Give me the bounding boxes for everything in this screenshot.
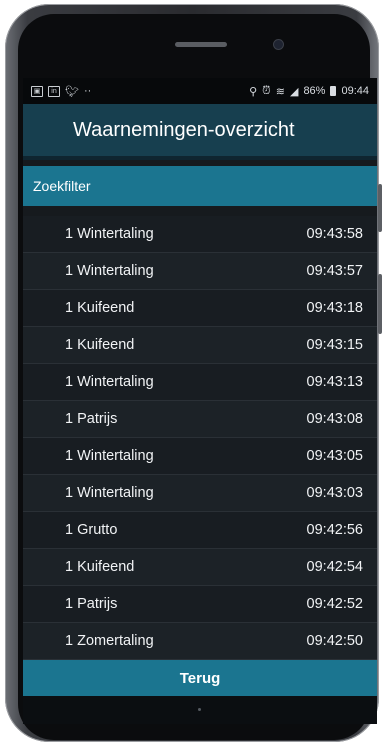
location-icon: ⚲ (249, 85, 258, 98)
home-indicator[interactable] (198, 708, 201, 711)
app-bar-divider (23, 156, 377, 160)
navigation-bar (23, 696, 377, 724)
observation-name: 1 Wintertaling (65, 448, 154, 464)
observation-name: 1 Kuifeend (65, 300, 135, 316)
alarm-icon: ⏰︎ (262, 84, 271, 97)
list-item[interactable]: 1 Kuifeend 09:42:54 (23, 549, 377, 586)
observation-list[interactable]: 1 Wintertaling 09:43:58 1 Wintertaling 09:… (23, 216, 377, 660)
more-icon: ·· (83, 85, 92, 97)
list-item[interactable]: 1 Zomertaling 09:42:50 (23, 623, 377, 660)
observation-name: 1 Wintertaling (65, 485, 154, 501)
volume-button (378, 184, 382, 232)
back-button[interactable]: Terug (23, 660, 377, 696)
observation-time: 09:43:18 (306, 300, 363, 316)
observation-name: 1 Zomertaling (65, 633, 154, 649)
observation-name: 1 Grutto (65, 522, 118, 538)
status-time: 09:44 (341, 85, 369, 97)
observation-time: 09:42:50 (306, 633, 363, 649)
observation-name: 1 Wintertaling (65, 226, 154, 242)
list-item[interactable]: 1 Patrijs 09:42:52 (23, 586, 377, 623)
page-title: Waarnemingen-overzicht (73, 118, 295, 141)
status-bar-left: ▣ in 🐦︎ ·· (31, 85, 91, 98)
observation-time: 09:43:08 (306, 411, 363, 427)
linkedin-icon: in (48, 85, 60, 97)
list-item[interactable]: 1 Patrijs 09:43:08 (23, 401, 377, 438)
screen: ▣ in 🐦︎ ·· ⚲ ⏰︎ ≋ ◢ 86% 09:44 Waarneming… (23, 78, 377, 724)
list-item[interactable]: 1 Wintertaling 09:43:58 (23, 216, 377, 253)
front-camera (273, 39, 284, 50)
observation-time: 09:43:05 (306, 448, 363, 464)
observation-time: 09:43:15 (306, 337, 363, 353)
observation-name: 1 Patrijs (65, 596, 118, 612)
list-item[interactable]: 1 Wintertaling 09:43:03 (23, 475, 377, 512)
status-bar: ▣ in 🐦︎ ·· ⚲ ⏰︎ ≋ ◢ 86% 09:44 (23, 78, 377, 104)
observation-name: 1 Patrijs (65, 411, 118, 427)
observation-time: 09:42:54 (306, 559, 363, 575)
battery-icon (330, 86, 337, 96)
search-filter-bar[interactable]: Zoekfilter (23, 166, 377, 206)
observation-name: 1 Kuifeend (65, 559, 135, 575)
status-bar-right: ⚲ ⏰︎ ≋ ◢ 86% 09:44 (249, 85, 369, 98)
earpiece-speaker (175, 42, 227, 47)
list-item[interactable]: 1 Kuifeend 09:43:15 (23, 327, 377, 364)
list-item[interactable]: 1 Kuifeend 09:43:18 (23, 290, 377, 327)
observation-time: 09:43:57 (306, 263, 363, 279)
battery-percentage: 86% (303, 85, 326, 97)
observation-name: 1 Kuifeend (65, 337, 135, 353)
list-item[interactable]: 1 Wintertaling 09:43:05 (23, 438, 377, 475)
list-item[interactable]: 1 Wintertaling 09:43:13 (23, 364, 377, 401)
observation-time: 09:43:03 (306, 485, 363, 501)
phone-frame: ▣ in 🐦︎ ·· ⚲ ⏰︎ ≋ ◢ 86% 09:44 Waarneming… (5, 4, 382, 742)
observation-time: 09:42:52 (306, 596, 363, 612)
gallery-icon: ▣ (31, 85, 43, 97)
list-item[interactable]: 1 Wintertaling 09:43:57 (23, 253, 377, 290)
observation-name: 1 Wintertaling (65, 263, 154, 279)
observation-time: 09:42:56 (306, 522, 363, 538)
observation-name: 1 Wintertaling (65, 374, 154, 390)
power-button (378, 274, 382, 334)
wifi-icon: ≋ (275, 85, 285, 98)
observation-time: 09:43:58 (306, 226, 363, 242)
app-bar: Waarnemingen-overzicht (23, 104, 377, 156)
search-filter-label: Zoekfilter (33, 178, 91, 194)
signal-icon: ◢ (289, 85, 299, 98)
twitter-icon: 🐦︎ (65, 85, 79, 98)
list-item[interactable]: 1 Grutto 09:42:56 (23, 512, 377, 549)
observation-time: 09:43:13 (306, 374, 363, 390)
